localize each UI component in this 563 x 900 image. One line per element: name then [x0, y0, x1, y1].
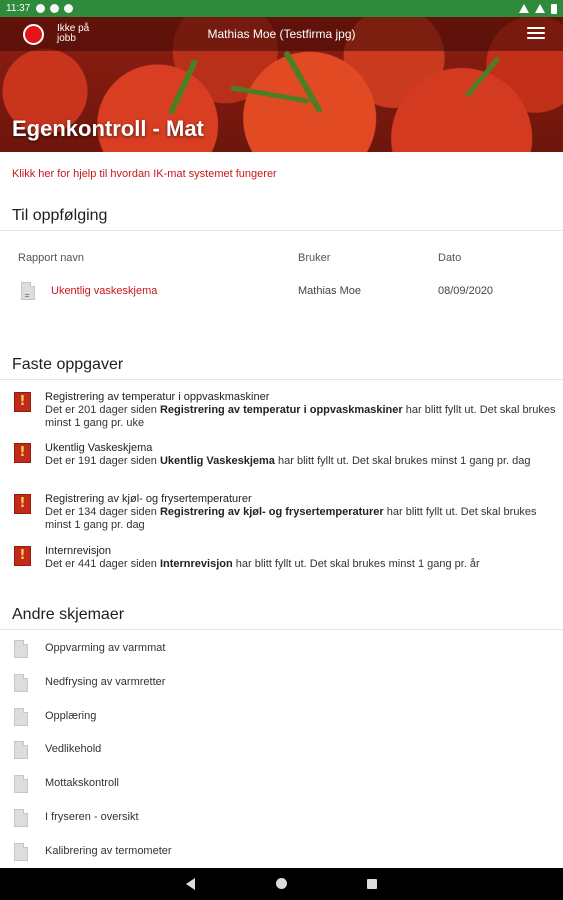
divider: [0, 379, 563, 380]
divider: [0, 230, 563, 231]
document-icon: [14, 809, 28, 827]
column-header-user: Bruker: [298, 252, 331, 264]
column-header-report-name: Rapport navn: [18, 252, 85, 264]
section-title-followup: Til oppfølging: [12, 207, 108, 224]
battery-icon: [551, 3, 557, 14]
signal-icon: [535, 4, 545, 13]
document-icon: [14, 708, 28, 726]
task-text-bold: Ukentlig Vaskeskjema: [159, 455, 275, 467]
report-user: Mathias Moe: [298, 285, 361, 297]
form-item[interactable]: Opplæring: [14, 708, 554, 730]
form-item[interactable]: I fryseren - oversikt: [14, 809, 554, 831]
task-item[interactable]: Ukentlig Vaskeskjema Det er 191 dager si…: [45, 442, 557, 468]
user-name: Mathias Moe (Testfirma jpg): [207, 27, 356, 41]
form-label: Mottakskontroll: [45, 777, 119, 789]
home-icon[interactable]: [276, 878, 287, 889]
decorative-stem: [167, 58, 199, 116]
form-item[interactable]: Vedlikehold: [14, 741, 554, 763]
document-icon: [14, 674, 28, 692]
warning-icon: [14, 443, 31, 463]
back-icon[interactable]: [186, 878, 195, 890]
form-label: Kalibrering av termometer: [45, 845, 172, 857]
task-text: har blitt fyllt ut. Det skal brukes mins…: [274, 455, 531, 467]
divider: [0, 629, 563, 630]
document-icon: [14, 640, 28, 658]
notification-icon: [64, 4, 74, 13]
document-icon: [21, 282, 35, 300]
wifi-icon: [519, 4, 529, 13]
form-label: Nedfrysing av varmretter: [45, 676, 166, 688]
warning-icon: [14, 546, 31, 566]
hamburger-menu-icon[interactable]: [527, 24, 545, 44]
task-title: Registrering av kjøl- og frysertemperatu…: [45, 493, 252, 505]
form-item[interactable]: Nedfrysing av varmretter: [14, 674, 554, 696]
document-icon: [14, 843, 28, 861]
header-banner: Ikke på jobb Mathias Moe (Testfirma jpg)…: [0, 17, 563, 152]
system-status-bar: 11:37: [0, 0, 563, 17]
form-label: Oppvarming av varmmat: [45, 642, 166, 654]
form-item[interactable]: Oppvarming av varmmat: [14, 640, 554, 662]
task-item[interactable]: Registrering av temperatur i oppvaskmask…: [45, 391, 557, 430]
task-title: Internrevisjon: [45, 545, 112, 557]
task-text: har blitt fyllt ut. Det skal brukes mins…: [232, 558, 480, 570]
task-text-bold: Registrering av temperatur i oppvaskmask…: [159, 404, 403, 416]
task-text: Det er 201 dager siden: [45, 404, 160, 416]
decorative-stem: [464, 56, 501, 98]
report-link[interactable]: Ukentlig vaskeskjema: [51, 285, 157, 297]
form-item[interactable]: Kalibrering av termometer: [14, 843, 554, 865]
decorative-stem: [282, 50, 324, 114]
section-title-tasks: Faste oppgaver: [12, 356, 124, 373]
task-text: Det er 441 dager siden: [45, 558, 160, 570]
task-text-bold: Internrevisjon: [159, 558, 233, 570]
form-label: Opplæring: [45, 710, 97, 722]
report-date: 08/09/2020: [438, 285, 494, 297]
warning-icon: [14, 494, 31, 514]
task-item[interactable]: Internrevisjon Det er 441 dager siden In…: [45, 545, 557, 571]
task-text: Det er 191 dager siden: [45, 455, 160, 467]
recent-apps-icon[interactable]: [367, 879, 377, 889]
system-navigation-bar: [0, 868, 563, 900]
page-title: Egenkontroll - Mat: [12, 116, 204, 141]
help-link[interactable]: Klikk her for hjelp til hvordan IK-mat s…: [12, 168, 277, 180]
form-label: I fryseren - oversikt: [45, 811, 139, 823]
task-text-bold: Registrering av kjøl- og frysertemperatu…: [159, 506, 384, 518]
document-icon: [14, 775, 28, 793]
decorative-stem: [230, 85, 310, 104]
task-title: Registrering av temperatur i oppvaskmask…: [45, 391, 270, 403]
section-title-forms: Andre skjemaer: [12, 606, 125, 623]
task-title: Ukentlig Vaskeskjema: [45, 442, 153, 454]
form-item[interactable]: Mottakskontroll: [14, 775, 554, 797]
warning-icon: [14, 392, 31, 412]
task-text: Det er 134 dager siden: [45, 506, 160, 518]
task-item[interactable]: Registrering av kjøl- og frysertemperatu…: [45, 493, 557, 532]
notification-icon: [50, 4, 60, 13]
document-icon: [14, 741, 28, 759]
notification-icon: [36, 4, 46, 13]
clock: 11:37: [6, 3, 31, 14]
column-header-date: Dato: [438, 252, 462, 264]
form-label: Vedlikehold: [45, 743, 102, 755]
